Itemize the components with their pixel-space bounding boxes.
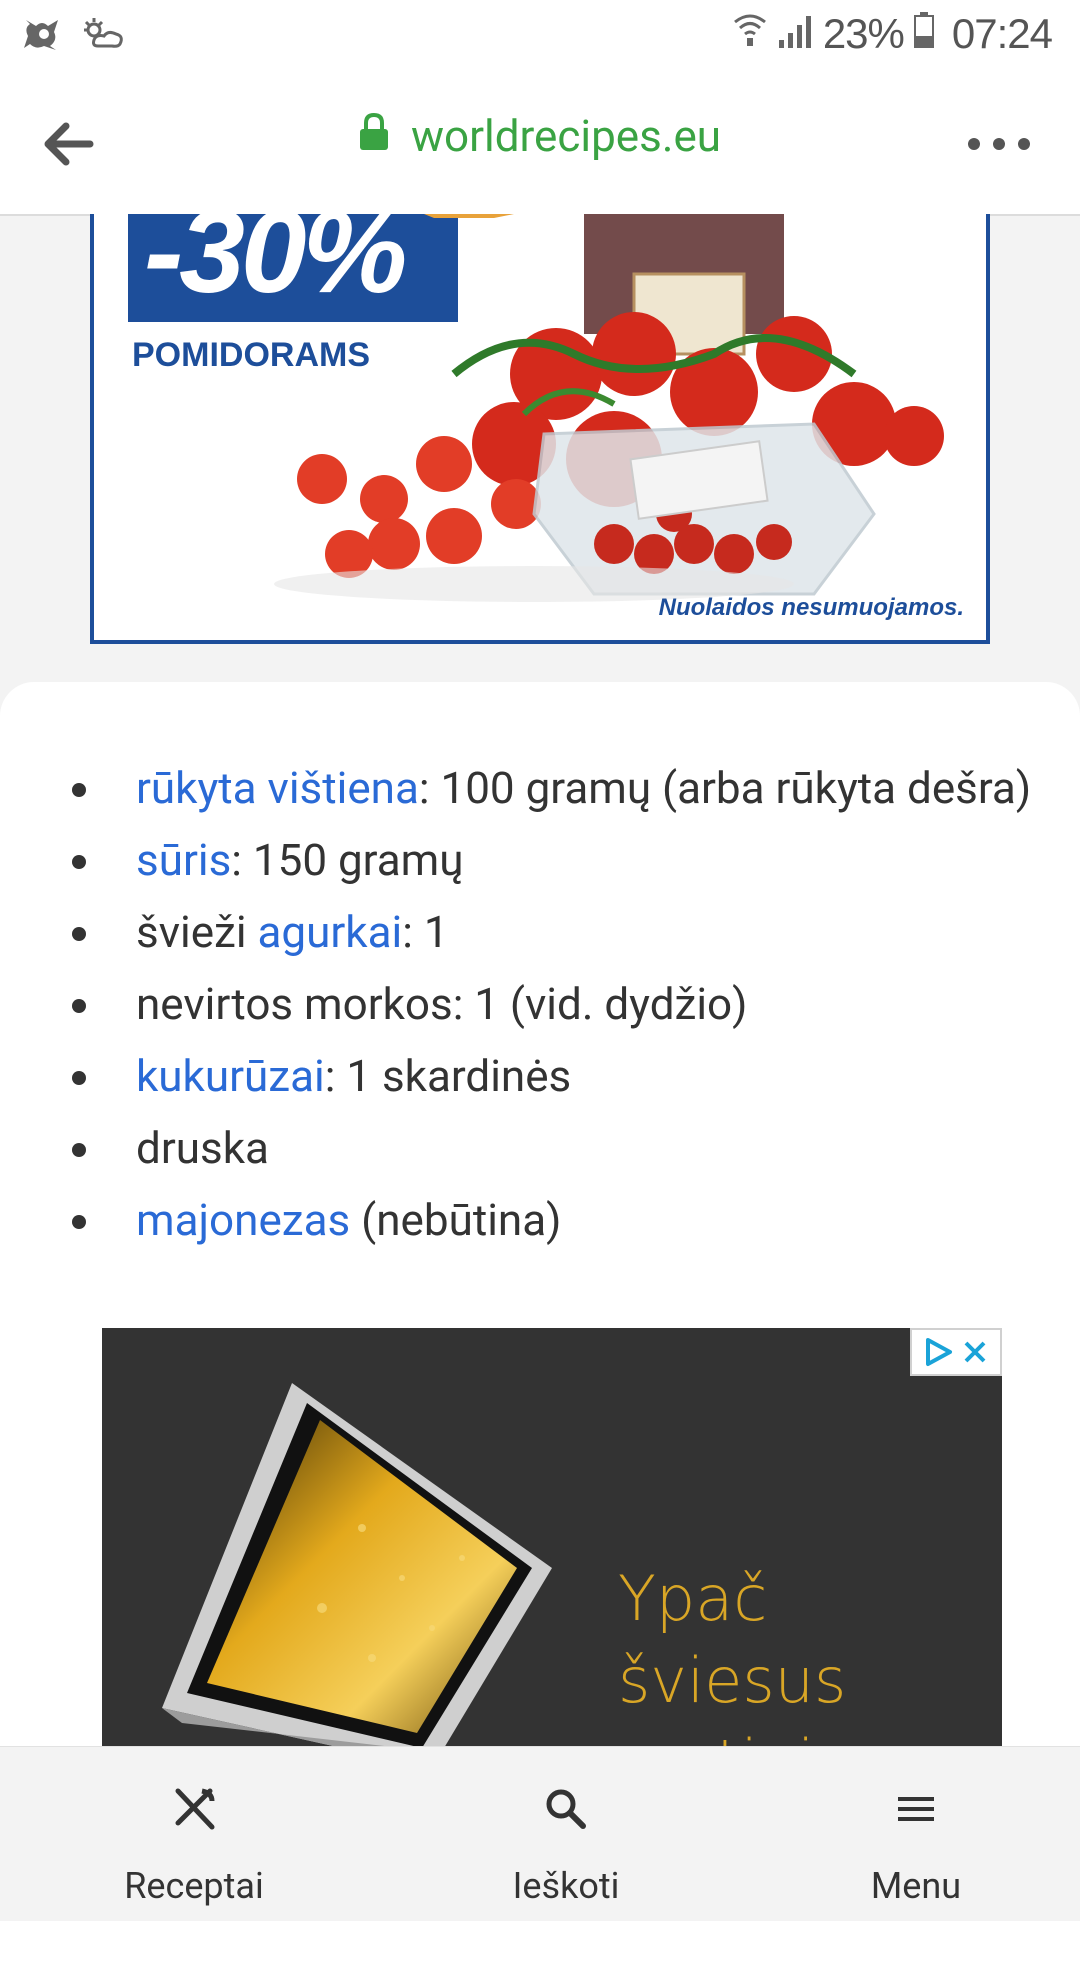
search-icon [546, 1789, 586, 1829]
list-item: nevirtos morkos: 1 (vid. dydžio) [72, 968, 1032, 1040]
list-item: kukurūzai: 1 skardinės [72, 1040, 1032, 1112]
list-item: rūkyta vištiena: 100 gramų (arba rūkyta … [72, 752, 1032, 824]
list-item: švieži agurkai: 1 [72, 896, 1032, 968]
lock-icon [359, 110, 389, 162]
ad-choices-icon [926, 1338, 952, 1366]
fork-knife-icon [175, 1788, 215, 1830]
nav-menu[interactable]: Menu [796, 1781, 1036, 1907]
ingredient-link[interactable]: rūkyta vištiena [136, 762, 419, 814]
list-item: druska [72, 1112, 1032, 1184]
ad-headline: Ypač šviesus matinis [618, 1562, 847, 1748]
status-bar: 23% 07:24 [0, 0, 1080, 72]
ingredient-link[interactable]: sūris [136, 834, 231, 886]
ad-disclaimer: Nuolaidos nesumuojamos. [658, 594, 964, 621]
more-dots-icon [968, 138, 1030, 150]
browser-toolbar: worldrecipes.eu [0, 72, 1080, 216]
nav-menu-label: Menu [870, 1865, 962, 1907]
url-text: worldrecipes.eu [410, 110, 722, 162]
address-bar[interactable]: worldrecipes.eu [359, 110, 721, 162]
bottom-navigation: Receptai Ieškoti Menu [0, 1746, 1080, 1921]
ingredient-link[interactable]: agurkai [258, 906, 403, 958]
ingredient-link[interactable]: kukurūzai [136, 1050, 325, 1102]
clock: 07:24 [951, 10, 1053, 57]
wifi-icon [733, 10, 767, 58]
list-item: sūris: 150 gramų [72, 824, 1032, 896]
nav-recipes-label: Receptai [124, 1865, 264, 1907]
signal-icon [777, 10, 813, 58]
weather-icon [82, 16, 126, 56]
list-item: majonezas (nebūtina) [72, 1184, 1032, 1256]
discount-label: -30% [144, 214, 407, 318]
overflow-menu-button[interactable] [964, 134, 1034, 154]
battery-icon [913, 10, 934, 58]
product-label: POMIDORAMS [132, 336, 370, 374]
nav-search-label: Ieškoti [512, 1865, 620, 1907]
laptop-advertisement[interactable]: Ypač šviesus matinis [102, 1328, 1002, 1748]
hamburger-menu-icon [898, 1797, 934, 1821]
battery-percent: 23% [822, 10, 905, 57]
ingredient-link[interactable]: majonezas [136, 1194, 350, 1246]
nav-recipes[interactable]: Receptai [74, 1781, 314, 1907]
close-icon[interactable] [962, 1339, 988, 1365]
tomato-advertisement[interactable]: -30% POMIDORAMS Nuolaidos nesumuojamos. [90, 214, 990, 644]
notification-app-icon [22, 14, 62, 58]
ad-choices-badge[interactable] [910, 1328, 1002, 1376]
ingredients-list: rūkyta vištiena: 100 gramų (arba rūkyta … [72, 752, 1032, 1256]
nav-search[interactable]: Ieškoti [446, 1781, 686, 1907]
status-left-icons [22, 14, 126, 58]
status-right: 23% 07:24 [733, 10, 1053, 58]
